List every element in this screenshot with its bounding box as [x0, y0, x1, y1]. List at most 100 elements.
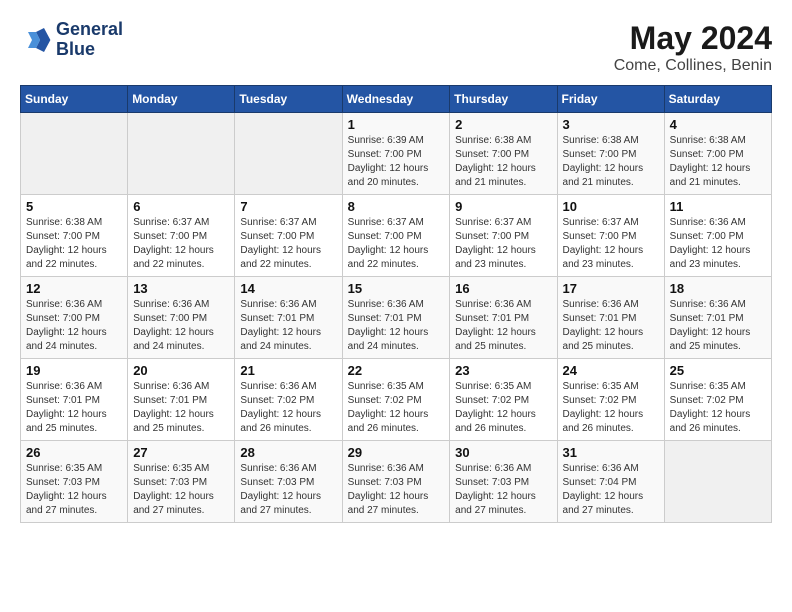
calendar-cell: 13Sunrise: 6:36 AMSunset: 7:00 PMDayligh… [128, 277, 235, 359]
page-header: General Blue May 2024 Come, Collines, Be… [20, 20, 772, 75]
day-info: Sunrise: 6:38 AMSunset: 7:00 PMDaylight:… [670, 134, 766, 190]
calendar-cell: 24 Sunrise: 6:35 AMSunset: 7:02 PMDayligh… [557, 359, 664, 441]
day-info: Sunrise: 6:36 AMSunset: 7:01 PMDaylight:… [455, 298, 551, 354]
day-number: 29 [348, 445, 445, 460]
calendar-cell: 16 Sunrise: 6:36 AMSunset: 7:01 PMDayligh… [450, 277, 557, 359]
day-info: Sunrise: 6:36 AMSunset: 7:01 PMDaylight:… [133, 380, 229, 436]
calendar-cell: 4 Sunrise: 6:38 AMSunset: 7:00 PMDaylight… [664, 113, 771, 195]
calendar-cell: 2Sunrise: 6:38 AMSunset: 7:00 PMDaylight… [450, 113, 557, 195]
day-number: 24 [563, 363, 659, 378]
day-info: Sunrise: 6:37 AMSunset: 7:00 PMDaylight:… [240, 216, 336, 272]
day-info: Sunrise: 6:37 AMSunset: 7:00 PMDaylight:… [563, 216, 659, 272]
day-number: 20 [133, 363, 229, 378]
day-number: 6 [133, 199, 229, 214]
month-year: May 2024 [614, 20, 772, 57]
day-number: 21 [240, 363, 336, 378]
calendar-cell: 10 Sunrise: 6:37 AMSunset: 7:00 PMDayligh… [557, 195, 664, 277]
calendar-cell: 3 Sunrise: 6:38 AMSunset: 7:00 PMDaylight… [557, 113, 664, 195]
calendar-cell: 28 Sunrise: 6:36 AMSunset: 7:03 PMDayligh… [235, 441, 342, 523]
day-info: Sunrise: 6:35 AMSunset: 7:03 PMDaylight:… [26, 462, 122, 518]
day-header-sunday: Sunday [21, 86, 128, 113]
calendar-week-2: 5 Sunrise: 6:38 AMSunset: 7:00 PMDaylight… [21, 195, 772, 277]
day-number: 23 [455, 363, 551, 378]
logo-line1: General [56, 20, 123, 40]
day-info: Sunrise: 6:36 AMSunset: 7:00 PMDaylight:… [133, 298, 229, 354]
day-info: Sunrise: 6:38 AMSunset: 7:00 PMDaylight:… [26, 216, 122, 272]
calendar-week-4: 19 Sunrise: 6:36 AMSunset: 7:01 PMDayligh… [21, 359, 772, 441]
day-info: Sunrise: 6:38 AMSunset: 7:00 PMDaylight:… [563, 134, 659, 190]
day-number: 28 [240, 445, 336, 460]
day-info: Sunrise: 6:36 AMSunset: 7:03 PMDaylight:… [348, 462, 445, 518]
day-number: 4 [670, 117, 766, 132]
logo-line2: Blue [56, 40, 123, 60]
calendar-week-5: 26 Sunrise: 6:35 AMSunset: 7:03 PMDayligh… [21, 441, 772, 523]
day-number: 12 [26, 281, 122, 296]
calendar-cell [235, 113, 342, 195]
day-number: 17 [563, 281, 659, 296]
day-header-wednesday: Wednesday [342, 86, 450, 113]
day-info: Sunrise: 6:35 AMSunset: 7:02 PMDaylight:… [670, 380, 766, 436]
calendar-cell: 17Sunrise: 6:36 AMSunset: 7:01 PMDayligh… [557, 277, 664, 359]
day-info: Sunrise: 6:36 AMSunset: 7:00 PMDaylight:… [670, 216, 766, 272]
calendar-cell: 20 Sunrise: 6:36 AMSunset: 7:01 PMDayligh… [128, 359, 235, 441]
day-number: 18 [670, 281, 766, 296]
logo-icon [20, 24, 52, 56]
day-number: 7 [240, 199, 336, 214]
day-number: 31 [563, 445, 659, 460]
calendar-cell: 15Sunrise: 6:36 AMSunset: 7:01 PMDayligh… [342, 277, 450, 359]
day-info: Sunrise: 6:36 AMSunset: 7:01 PMDaylight:… [670, 298, 766, 354]
day-info: Sunrise: 6:36 AMSunset: 7:03 PMDaylight:… [455, 462, 551, 518]
calendar-cell: 11Sunrise: 6:36 AMSunset: 7:00 PMDayligh… [664, 195, 771, 277]
day-number: 5 [26, 199, 122, 214]
calendar-table: SundayMondayTuesdayWednesdayThursdayFrid… [20, 85, 772, 523]
calendar-cell: 25 Sunrise: 6:35 AMSunset: 7:02 PMDayligh… [664, 359, 771, 441]
day-info: Sunrise: 6:35 AMSunset: 7:02 PMDaylight:… [348, 380, 445, 436]
day-number: 14 [240, 281, 336, 296]
calendar-cell [664, 441, 771, 523]
calendar-cell: 5 Sunrise: 6:38 AMSunset: 7:00 PMDaylight… [21, 195, 128, 277]
calendar-cell: 14 Sunrise: 6:36 AMSunset: 7:01 PMDayligh… [235, 277, 342, 359]
day-info: Sunrise: 6:39 AMSunset: 7:00 PMDaylight:… [348, 134, 445, 190]
day-number: 19 [26, 363, 122, 378]
day-info: Sunrise: 6:35 AMSunset: 7:02 PMDaylight:… [455, 380, 551, 436]
calendar-cell: 9 Sunrise: 6:37 AMSunset: 7:00 PMDaylight… [450, 195, 557, 277]
location: Come, Collines, Benin [614, 57, 772, 75]
calendar-cell: 27Sunrise: 6:35 AMSunset: 7:03 PMDayligh… [128, 441, 235, 523]
calendar-cell: 23 Sunrise: 6:35 AMSunset: 7:02 PMDayligh… [450, 359, 557, 441]
day-info: Sunrise: 6:36 AMSunset: 7:01 PMDaylight:… [348, 298, 445, 354]
calendar-cell: 26 Sunrise: 6:35 AMSunset: 7:03 PMDayligh… [21, 441, 128, 523]
day-info: Sunrise: 6:35 AMSunset: 7:02 PMDaylight:… [563, 380, 659, 436]
calendar-cell: 8Sunrise: 6:37 AMSunset: 7:00 PMDaylight… [342, 195, 450, 277]
day-number: 22 [348, 363, 445, 378]
calendar-cell: 22 Sunrise: 6:35 AMSunset: 7:02 PMDayligh… [342, 359, 450, 441]
calendar-cell [21, 113, 128, 195]
day-info: Sunrise: 6:36 AMSunset: 7:01 PMDaylight:… [26, 380, 122, 436]
day-info: Sunrise: 6:35 AMSunset: 7:03 PMDaylight:… [133, 462, 229, 518]
day-info: Sunrise: 6:36 AMSunset: 7:02 PMDaylight:… [240, 380, 336, 436]
day-header-thursday: Thursday [450, 86, 557, 113]
day-header-monday: Monday [128, 86, 235, 113]
calendar-cell: 1Sunrise: 6:39 AMSunset: 7:00 PMDaylight… [342, 113, 450, 195]
calendar-cell: 7 Sunrise: 6:37 AMSunset: 7:00 PMDaylight… [235, 195, 342, 277]
day-number: 25 [670, 363, 766, 378]
day-info: Sunrise: 6:36 AMSunset: 7:01 PMDaylight:… [240, 298, 336, 354]
calendar-week-1: 1Sunrise: 6:39 AMSunset: 7:00 PMDaylight… [21, 113, 772, 195]
day-info: Sunrise: 6:37 AMSunset: 7:00 PMDaylight:… [455, 216, 551, 272]
calendar-cell: 18 Sunrise: 6:36 AMSunset: 7:01 PMDayligh… [664, 277, 771, 359]
day-info: Sunrise: 6:36 AMSunset: 7:04 PMDaylight:… [563, 462, 659, 518]
day-number: 3 [563, 117, 659, 132]
calendar-cell: 21 Sunrise: 6:36 AMSunset: 7:02 PMDayligh… [235, 359, 342, 441]
day-header-tuesday: Tuesday [235, 86, 342, 113]
day-info: Sunrise: 6:36 AMSunset: 7:00 PMDaylight:… [26, 298, 122, 354]
calendar-cell: 19 Sunrise: 6:36 AMSunset: 7:01 PMDayligh… [21, 359, 128, 441]
calendar-cell: 30 Sunrise: 6:36 AMSunset: 7:03 PMDayligh… [450, 441, 557, 523]
title-block: May 2024 Come, Collines, Benin [614, 20, 772, 75]
day-number: 26 [26, 445, 122, 460]
calendar-cell [128, 113, 235, 195]
day-number: 10 [563, 199, 659, 214]
day-number: 30 [455, 445, 551, 460]
day-number: 16 [455, 281, 551, 296]
day-number: 9 [455, 199, 551, 214]
day-info: Sunrise: 6:36 AMSunset: 7:03 PMDaylight:… [240, 462, 336, 518]
calendar-cell: 31 Sunrise: 6:36 AMSunset: 7:04 PMDayligh… [557, 441, 664, 523]
